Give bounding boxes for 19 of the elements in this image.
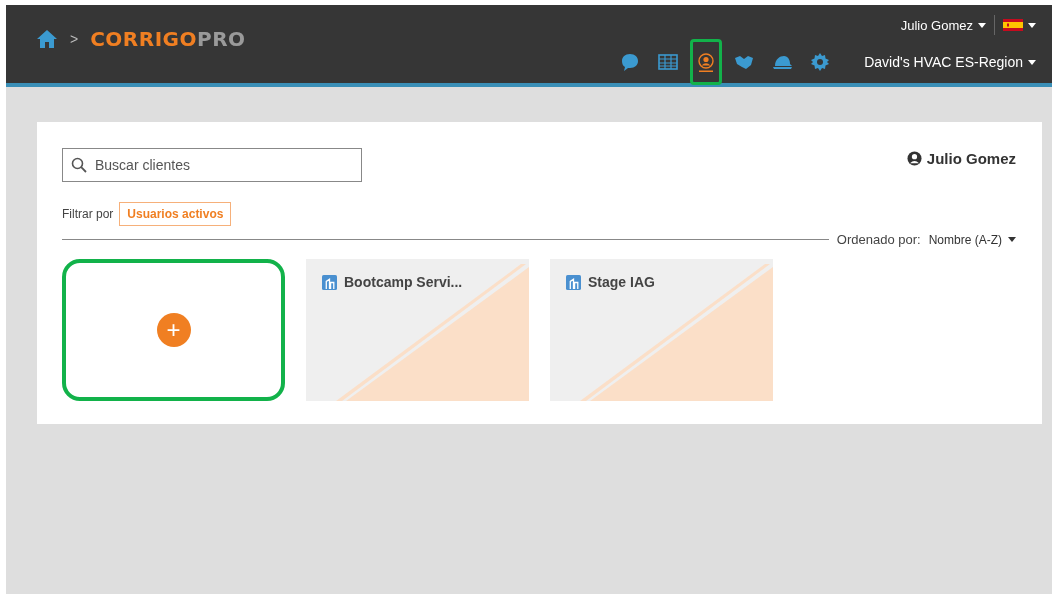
building-icon (322, 274, 337, 290)
search-field[interactable]: Buscar clientes (62, 148, 362, 182)
current-user-name: Julio Gomez (926, 150, 1016, 167)
building-icon (566, 274, 581, 290)
home-icon[interactable] (36, 29, 58, 49)
client-name: Bootcamp Servi... (344, 274, 463, 290)
client-card[interactable]: Stage IAG (550, 259, 773, 401)
user-menu[interactable]: Julio Gomez (900, 17, 986, 33)
account-menu[interactable]: David's HVAC ES-Region (864, 54, 1036, 70)
breadcrumb-separator: > (70, 31, 79, 47)
sort-dropdown[interactable]: Nombre (A-Z) (928, 232, 1016, 247)
language-menu[interactable] (1003, 19, 1036, 31)
user-icon (906, 151, 922, 166)
contact-card-icon[interactable] (690, 39, 723, 85)
client-card[interactable]: Bootcamp Servi... (306, 259, 529, 401)
sort-label: Ordenado por: (836, 232, 921, 247)
filter-label: Filtrar por (62, 207, 114, 221)
logo[interactable]: CORRIGOPRO (90, 27, 246, 51)
client-name: Stage IAG (588, 274, 655, 290)
